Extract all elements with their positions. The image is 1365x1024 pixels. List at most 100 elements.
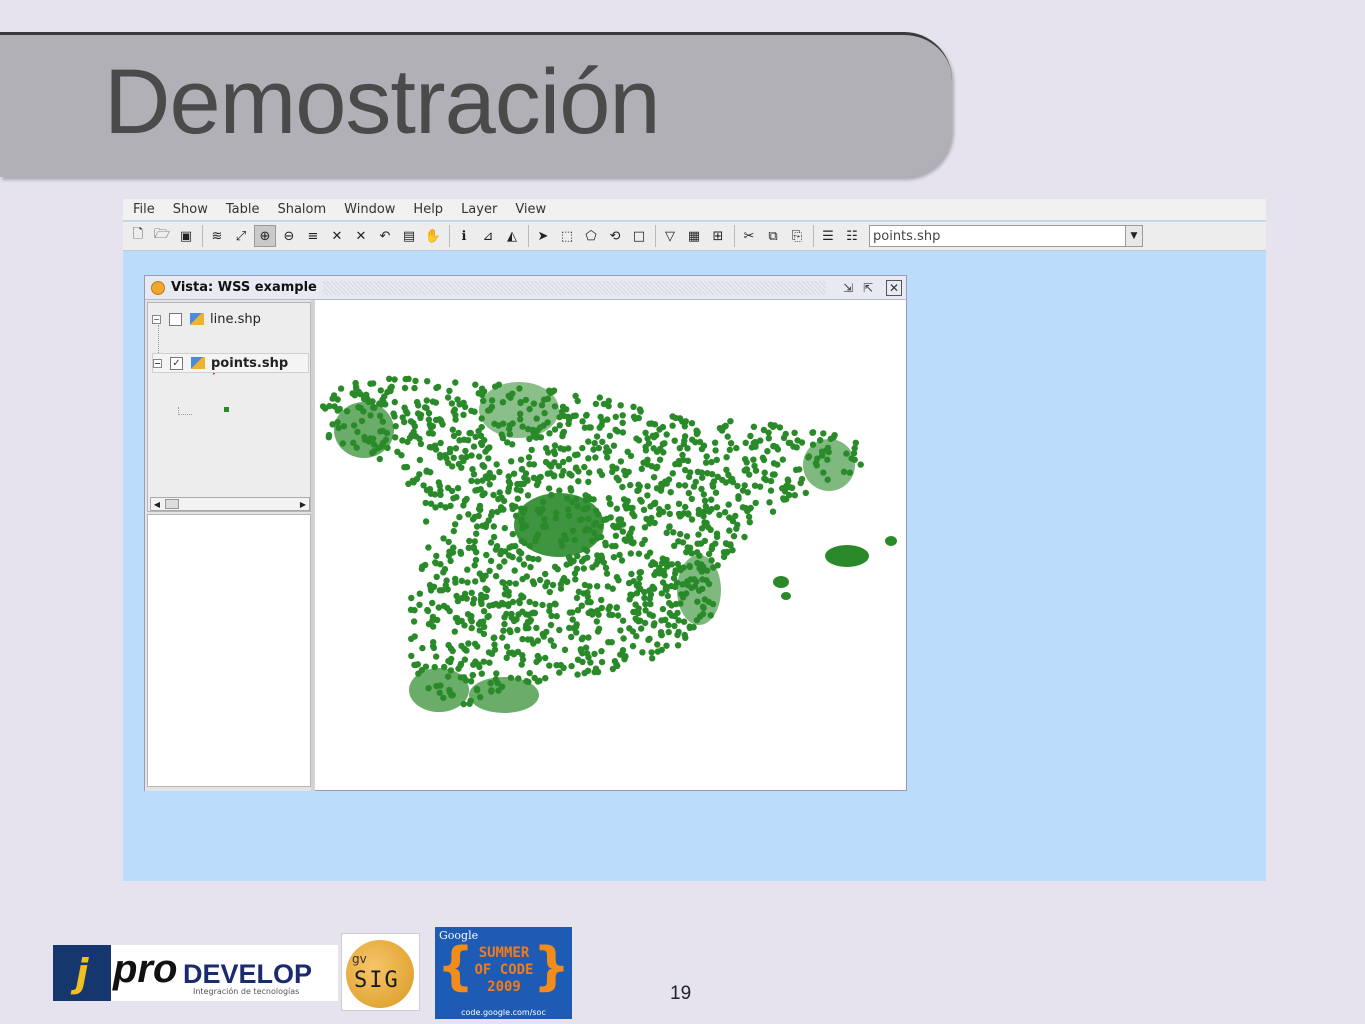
map-point bbox=[642, 601, 649, 608]
map-point bbox=[606, 603, 613, 610]
new-file-icon[interactable]: 🗋 bbox=[127, 225, 149, 247]
gvsig-gv: gv bbox=[352, 952, 367, 966]
menu-shalom[interactable]: Shalom bbox=[277, 202, 326, 217]
tools-icon[interactable]: ✂ bbox=[738, 225, 760, 247]
layers-icon[interactable]: ≡ bbox=[302, 225, 324, 247]
map-point bbox=[470, 443, 478, 450]
map-point bbox=[355, 404, 362, 411]
layer-row-line[interactable]: − line.shp bbox=[152, 309, 261, 329]
paste-icon[interactable]: ⎘ bbox=[786, 225, 808, 247]
scroll-thumb[interactable] bbox=[165, 499, 179, 509]
menu-show[interactable]: Show bbox=[173, 202, 208, 217]
save-icon[interactable]: ▣ bbox=[175, 225, 197, 247]
map-point bbox=[572, 576, 579, 583]
menu-file[interactable]: File bbox=[133, 202, 155, 217]
map-point bbox=[487, 679, 494, 687]
map-point bbox=[469, 672, 476, 679]
map-point bbox=[573, 621, 580, 628]
pan-hand-icon[interactable]: ✋ bbox=[422, 225, 444, 247]
map-point bbox=[401, 384, 409, 392]
map-canvas[interactable] bbox=[319, 300, 906, 790]
toc-horizontal-scrollbar[interactable]: ◀ ▶ bbox=[150, 497, 310, 511]
map-point bbox=[805, 453, 813, 460]
map-point bbox=[526, 669, 533, 677]
map-point bbox=[361, 436, 369, 443]
open-folder-icon[interactable]: 🗁 bbox=[151, 225, 173, 247]
zoom-in-icon[interactable]: ⊕ bbox=[254, 225, 276, 247]
collapse-icon[interactable]: − bbox=[153, 358, 162, 368]
map-point bbox=[370, 380, 377, 387]
map-point bbox=[583, 547, 591, 554]
map-point bbox=[533, 415, 540, 422]
map-point bbox=[729, 547, 736, 554]
map-point bbox=[486, 659, 493, 666]
menu-help[interactable]: Help bbox=[413, 202, 443, 217]
select-rect-icon[interactable]: ⬚ bbox=[556, 225, 578, 247]
map-point bbox=[452, 579, 459, 586]
map-point bbox=[846, 469, 853, 476]
clear-select-icon[interactable]: □ bbox=[628, 225, 650, 247]
invert-select-icon[interactable]: ⟲ bbox=[604, 225, 626, 247]
map-point bbox=[605, 495, 613, 502]
stack-icon[interactable]: ☰ bbox=[817, 225, 839, 247]
table-icon[interactable]: ▦ bbox=[683, 225, 705, 247]
map-point bbox=[711, 439, 719, 446]
scroll-left-icon[interactable]: ◀ bbox=[151, 498, 163, 510]
map-point bbox=[712, 489, 720, 496]
map-point bbox=[661, 440, 668, 447]
menu-view[interactable]: View bbox=[515, 202, 546, 217]
map-point bbox=[354, 428, 361, 436]
chevron-down-icon[interactable]: ▼ bbox=[1125, 226, 1142, 246]
menu-layer[interactable]: Layer bbox=[461, 202, 497, 217]
measure-icon[interactable]: ⊿ bbox=[477, 225, 499, 247]
map-point bbox=[445, 552, 453, 559]
close-icon[interactable]: ✕ bbox=[886, 280, 902, 296]
layer-row-points[interactable]: − ✓ points.shp bbox=[152, 353, 310, 373]
minimize-icon[interactable]: ⇲ bbox=[840, 280, 856, 296]
locator-map[interactable] bbox=[147, 514, 311, 787]
zoom-previous-icon[interactable]: ↶ bbox=[374, 225, 396, 247]
area-icon[interactable]: ◭ bbox=[501, 225, 523, 247]
menu-table[interactable]: Table bbox=[226, 202, 260, 217]
zoom-extent-icon[interactable]: ✕ bbox=[326, 225, 348, 247]
map-point bbox=[482, 585, 489, 592]
select-arrow-icon[interactable]: ➤ bbox=[532, 225, 554, 247]
zoom-select-icon[interactable]: ✕ bbox=[350, 225, 372, 247]
scroll-right-icon[interactable]: ▶ bbox=[297, 498, 309, 510]
map-point bbox=[456, 513, 463, 521]
map-point bbox=[699, 576, 706, 583]
view-titlebar[interactable]: Vista: WSS example ⇲ ⇱ ✕ bbox=[145, 276, 906, 300]
map-point bbox=[780, 434, 788, 442]
map-point bbox=[519, 575, 526, 583]
add-layer-icon[interactable]: ≋ bbox=[206, 225, 228, 247]
layer-select[interactable]: points.shp ▼ bbox=[869, 225, 1143, 247]
collapse-icon[interactable]: − bbox=[152, 314, 161, 324]
info-icon[interactable]: ℹ bbox=[453, 225, 475, 247]
map-point bbox=[681, 631, 688, 639]
maximize-icon[interactable]: ⇱ bbox=[860, 280, 876, 296]
map-point bbox=[506, 425, 513, 433]
zoom-out-icon[interactable]: ⊖ bbox=[278, 225, 300, 247]
map-point bbox=[734, 482, 741, 490]
map-point bbox=[467, 678, 475, 685]
prodevelop-logo: j pro DEVELOP Integración de tecnologías bbox=[53, 945, 338, 1001]
map-point bbox=[429, 398, 437, 405]
select-poly-icon[interactable]: ⬠ bbox=[580, 225, 602, 247]
map-point bbox=[650, 474, 658, 481]
map-point bbox=[412, 377, 419, 385]
frame-icon[interactable]: ▤ bbox=[398, 225, 420, 247]
map-point bbox=[544, 419, 551, 426]
map-point bbox=[369, 404, 377, 411]
map-point bbox=[750, 456, 757, 463]
menu-window[interactable]: Window bbox=[344, 202, 395, 217]
layer-checkbox-line[interactable] bbox=[169, 312, 182, 326]
map-point bbox=[661, 557, 669, 565]
locator-icon[interactable]: ⊞ bbox=[707, 225, 729, 247]
map-point bbox=[628, 525, 636, 532]
copy-icon[interactable]: ⧉ bbox=[762, 225, 784, 247]
list-icon[interactable]: ☷ bbox=[841, 225, 863, 247]
zoom-full-icon[interactable]: ⤢ bbox=[230, 225, 252, 247]
filter-icon[interactable]: ▽ bbox=[659, 225, 681, 247]
layer-checkbox-points[interactable]: ✓ bbox=[170, 356, 183, 370]
map-point bbox=[534, 637, 542, 644]
